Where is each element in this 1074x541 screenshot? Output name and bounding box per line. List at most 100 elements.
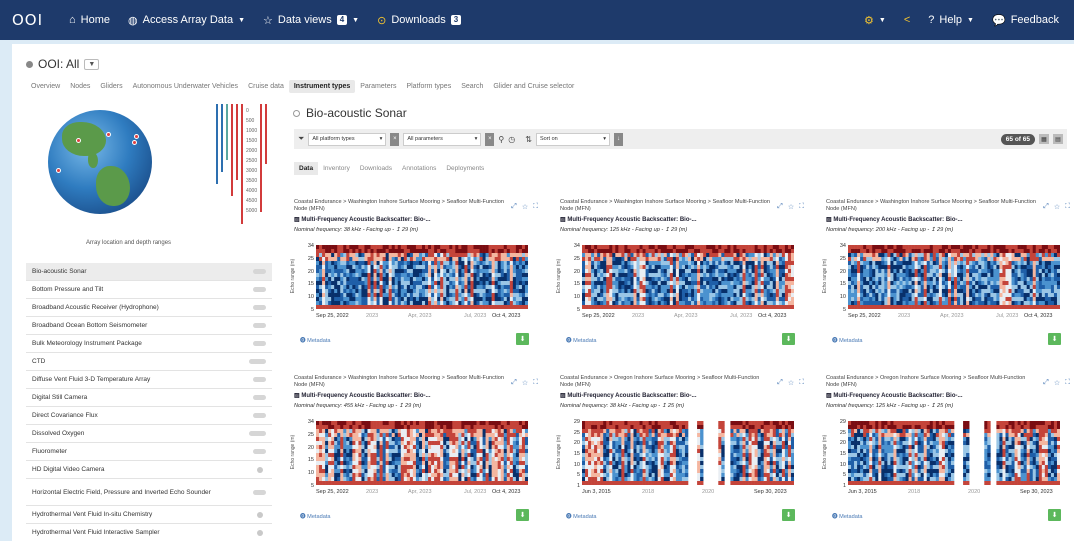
subtab-downloads[interactable]: Downloads — [355, 162, 397, 175]
metadata-link[interactable]: ⓿ Metadata — [832, 336, 862, 344]
filter-icon[interactable]: ⏷ — [298, 134, 304, 144]
nav-feedback[interactable]: 💬 Feedback — [983, 0, 1068, 40]
expand-icon[interactable]: ⤢ — [1043, 203, 1049, 211]
array-selector[interactable]: OOI: All ▼ — [26, 57, 100, 71]
search-icon[interactable]: ⚲ — [498, 135, 504, 144]
tab-instrument-types[interactable]: Instrument types — [288, 80, 356, 93]
nav-home[interactable]: ⌂ Home — [60, 0, 119, 40]
echogram-plot[interactable] — [582, 421, 794, 485]
array-marker[interactable] — [134, 134, 139, 139]
array-marker[interactable] — [106, 132, 111, 137]
download-button[interactable]: ⬇ — [1048, 333, 1061, 345]
nav-data-views[interactable]: ☆ Data views 4 ▼ — [254, 0, 368, 40]
expand-icon[interactable]: ⤢ — [511, 379, 517, 387]
array-marker[interactable] — [132, 140, 137, 145]
tab-parameters[interactable]: Parameters — [355, 80, 401, 93]
array-marker[interactable] — [144, 198, 149, 203]
expand-icon[interactable]: ⤢ — [777, 379, 783, 387]
clear-platform-button[interactable]: × — [390, 132, 400, 146]
star-icon[interactable]: ☆ — [1054, 203, 1060, 211]
download-button[interactable]: ⬇ — [516, 333, 529, 345]
instrument-list-item[interactable]: Broadband Ocean Bottom Seismometer — [26, 317, 272, 335]
timer-icon[interactable]: ◷ — [508, 135, 515, 144]
ooi-logo[interactable]: OOI — [12, 11, 56, 29]
fullscreen-icon[interactable]: ⛶ — [1065, 203, 1070, 211]
tab-search[interactable]: Search — [456, 80, 488, 93]
download-button[interactable]: ⬇ — [782, 333, 795, 345]
plot-card-breadcrumb[interactable]: Coastal Endurance > Washington Inshore S… — [294, 375, 504, 389]
expand-icon[interactable]: ⤢ — [511, 203, 517, 211]
fullscreen-icon[interactable]: ⛶ — [533, 203, 538, 211]
plot-card-actions: ⤢ ☆ ⛶ — [1043, 203, 1070, 211]
instrument-list-item[interactable]: CTD — [26, 353, 272, 371]
star-icon[interactable]: ☆ — [522, 203, 528, 211]
nav-downloads[interactable]: ⊙ Downloads 3 — [368, 0, 470, 40]
tab-autonomous-underwater-vehicles[interactable]: Autonomous Underwater Vehicles — [128, 80, 243, 93]
echogram-cell — [391, 253, 396, 258]
fullscreen-icon[interactable]: ⛶ — [799, 379, 804, 387]
fullscreen-icon[interactable]: ⛶ — [533, 379, 538, 387]
instrument-list-item[interactable]: Dissolved Oxygen — [26, 425, 272, 443]
plot-card-title[interactable]: ▨ Multi-Frequency Acoustic Backscatter: … — [826, 216, 1074, 223]
star-icon[interactable]: ☆ — [788, 203, 794, 211]
sort-select[interactable]: Sort on ▾ — [535, 132, 610, 146]
tab-glider-and-cruise-selector[interactable]: Glider and Cruise selector — [488, 80, 579, 93]
instrument-list-item[interactable]: Broadband Acoustic Receiver (Hydrophone) — [26, 299, 272, 317]
nav-help[interactable]: ? Help ▼ — [919, 0, 983, 40]
star-icon[interactable]: ☆ — [788, 379, 794, 387]
array-marker[interactable] — [76, 138, 81, 143]
instrument-list-item[interactable]: Diffuse Vent Fluid 3-D Temperature Array — [26, 371, 272, 389]
list-view-icon[interactable]: ▤ — [1053, 134, 1063, 144]
parameters-select[interactable]: All parameters ▾ — [403, 132, 482, 146]
star-icon[interactable]: ☆ — [522, 379, 528, 387]
subtab-inventory[interactable]: Inventory — [318, 162, 355, 175]
plot-card-breadcrumb[interactable]: Coastal Endurance > Oregon Inshore Surfa… — [560, 375, 770, 389]
nav-access-array-data[interactable]: ◍ Access Array Data ▼ — [119, 0, 254, 40]
metadata-link[interactable]: ⓿ Metadata — [300, 336, 330, 344]
fullscreen-icon[interactable]: ⛶ — [799, 203, 804, 211]
clear-parameters-button[interactable]: × — [485, 132, 495, 146]
tab-overview[interactable]: Overview — [26, 80, 65, 93]
plot-card-title[interactable]: ▨ Multi-Frequency Acoustic Backscatter: … — [294, 392, 544, 399]
metadata-link[interactable]: ⓿ Metadata — [300, 512, 330, 520]
instrument-list-item[interactable]: Hydrothermal Vent Fluid In-situ Chemistr… — [26, 506, 272, 524]
platform-type-select[interactable]: All platform types ▾ — [308, 132, 387, 146]
instrument-list-item[interactable]: Bio-acoustic Sonar — [26, 263, 272, 281]
instrument-list-item[interactable]: Hydrothermal Vent Fluid Interactive Samp… — [26, 524, 272, 541]
plot-card-title[interactable]: ▨ Multi-Frequency Acoustic Backscatter: … — [560, 216, 810, 223]
tab-cruise-data[interactable]: Cruise data — [243, 80, 289, 93]
settings-menu[interactable]: ⚙ ▼ — [855, 0, 895, 40]
plot-card-title[interactable]: ▨ Multi-Frequency Acoustic Backscatter: … — [294, 216, 544, 223]
expand-icon[interactable]: ⤢ — [777, 203, 783, 211]
instrument-list-item[interactable]: Digital Still Camera — [26, 389, 272, 407]
share-button[interactable]: < — [895, 0, 919, 40]
plot-card-title[interactable]: ▨ Multi-Frequency Acoustic Backscatter: … — [560, 392, 810, 399]
plot-card-breadcrumb[interactable]: Coastal Endurance > Washington Inshore S… — [294, 199, 504, 213]
echogram-plot[interactable] — [582, 245, 794, 309]
grid-view-icon[interactable]: ▦ — [1039, 134, 1049, 144]
sort-direction-button[interactable]: ↓ — [613, 132, 623, 146]
instrument-list-item[interactable]: Bulk Meteorology Instrument Package — [26, 335, 272, 353]
plot-card-breadcrumb[interactable]: Coastal Endurance > Washington Inshore S… — [826, 199, 1036, 213]
sort-icon[interactable]: ⇅ — [525, 135, 532, 144]
tab-nodes[interactable]: Nodes — [65, 80, 95, 93]
chevron-down-icon[interactable]: ▼ — [84, 58, 100, 70]
subtab-deployments[interactable]: Deployments — [441, 162, 489, 175]
echogram-plot[interactable] — [316, 421, 528, 485]
subtab-data[interactable]: Data — [294, 162, 319, 175]
metadata-link[interactable]: ⓿ Metadata — [566, 336, 596, 344]
instrument-list-item[interactable]: Direct Covariance Flux — [26, 407, 272, 425]
instrument-list-item[interactable]: Bottom Pressure and Tilt — [26, 281, 272, 299]
echogram-plot[interactable] — [848, 245, 1060, 309]
plot-card-breadcrumb[interactable]: Coastal Endurance > Washington Inshore S… — [560, 199, 770, 213]
download-button[interactable]: ⬇ — [516, 509, 529, 521]
echogram-plot[interactable] — [316, 245, 528, 309]
instrument-list-item[interactable]: Fluorometer — [26, 443, 272, 461]
instrument-list-item[interactable]: HD Digital Video Camera — [26, 461, 272, 479]
globe-map[interactable] — [48, 110, 152, 214]
tab-platform-types[interactable]: Platform types — [401, 80, 456, 93]
subtab-annotations[interactable]: Annotations — [397, 162, 441, 175]
array-marker[interactable] — [56, 168, 61, 173]
instrument-list-item[interactable]: Horizontal Electric Field, Pressure and … — [26, 479, 272, 506]
tab-gliders[interactable]: Gliders — [95, 80, 127, 93]
